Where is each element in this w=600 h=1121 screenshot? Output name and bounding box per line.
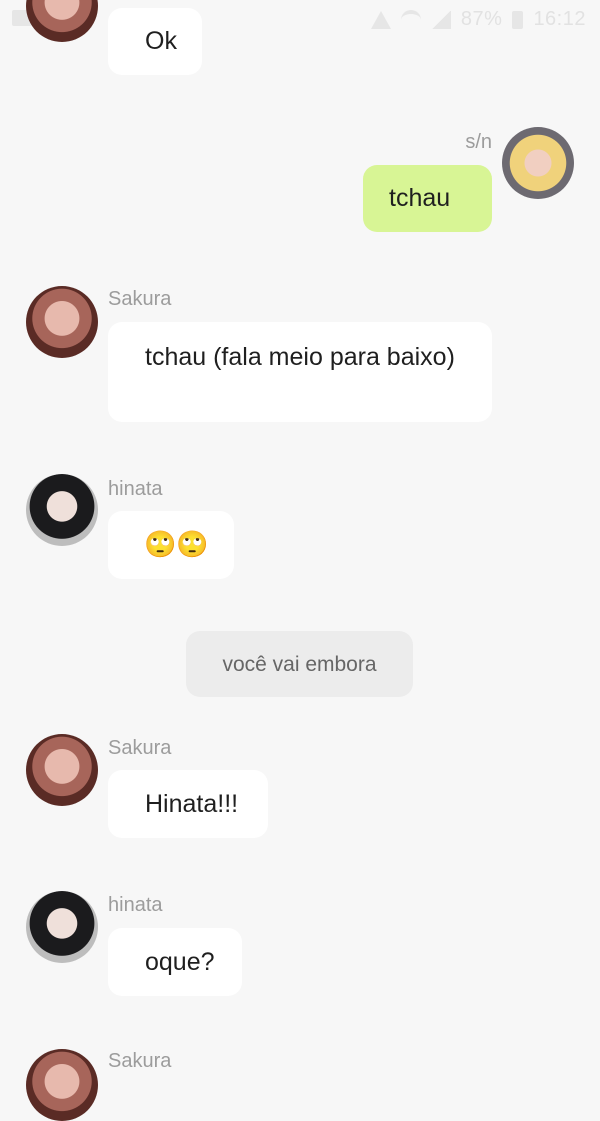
- sender-name-hinata: hinata: [108, 894, 163, 916]
- sender-name-sakura: Sakura: [108, 737, 172, 759]
- message-bubble[interactable]: Ok: [108, 8, 202, 75]
- message-bubble[interactable]: 🙄🙄: [108, 511, 234, 579]
- sender-name-hinata: hinata: [108, 478, 163, 500]
- sender-name-sakura: Sakura: [108, 288, 172, 310]
- own-message-bubble[interactable]: tchau: [363, 165, 492, 232]
- message-bubble[interactable]: oque?: [108, 928, 242, 996]
- battery-percent: 87%: [460, 8, 503, 30]
- avatar-hinata[interactable]: [26, 474, 98, 546]
- clock: 16:12: [533, 8, 586, 30]
- avatar-sakura[interactable]: [26, 734, 98, 806]
- avatar-sakura[interactable]: [26, 286, 98, 358]
- narration-bubble[interactable]: você vai embora: [186, 631, 413, 697]
- avatar-sakura[interactable]: [26, 1049, 98, 1121]
- wifi-icon: [400, 9, 421, 30]
- avatar-sn[interactable]: [502, 127, 574, 199]
- avatar-hinata[interactable]: [26, 891, 98, 963]
- message-bubble[interactable]: tchau (fala meio para baixo): [108, 322, 492, 422]
- sender-name-sn: s/n: [465, 131, 492, 153]
- signal-icon: [430, 10, 451, 29]
- sender-name-sakura: Sakura: [108, 1050, 172, 1072]
- warning-icon: [370, 10, 391, 29]
- battery-icon: [512, 10, 524, 29]
- message-bubble[interactable]: Hinata!!!: [108, 770, 268, 838]
